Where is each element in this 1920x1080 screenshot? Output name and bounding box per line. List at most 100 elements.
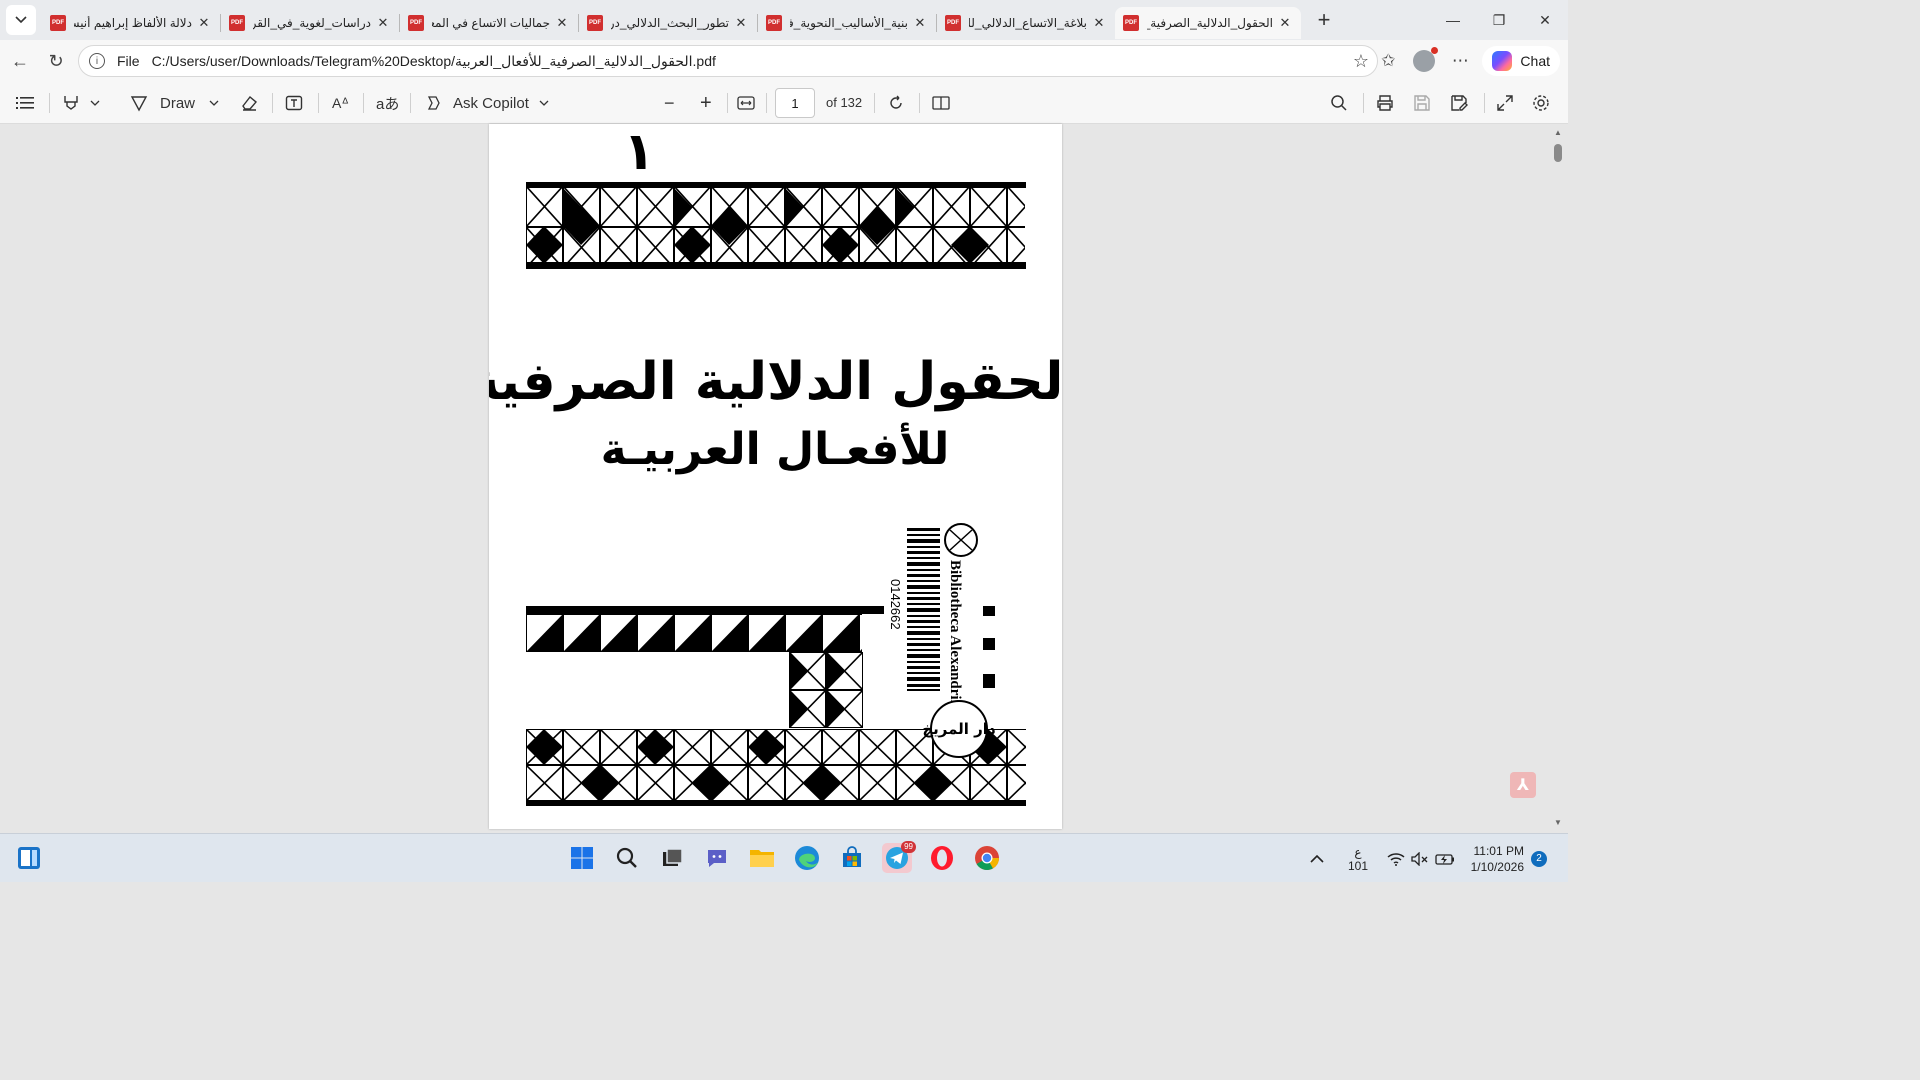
minimize-button[interactable]: — <box>1430 0 1476 40</box>
barcode-number: 0142662 <box>888 579 903 630</box>
start-button[interactable] <box>567 843 597 873</box>
close-icon[interactable]: ✕ <box>375 15 391 31</box>
page-view-button[interactable] <box>932 82 950 124</box>
favorites-button[interactable]: ✩ <box>1370 43 1406 79</box>
fit-to-width-button[interactable] <box>737 82 755 124</box>
scroll-down-arrow-icon[interactable]: ▼ <box>1552 818 1564 828</box>
top-ornament-band <box>526 182 1026 269</box>
save-as-icon <box>1451 95 1468 111</box>
vertical-scrollbar[interactable]: ▲ ▼ <box>1552 128 1564 828</box>
pdf-viewer-area[interactable]: ١ الحقول الدلالية الصرفية للأفعـال العرب… <box>0 124 1568 833</box>
ask-copilot-button[interactable]: Ask Copilot <box>425 82 549 124</box>
search-taskbar-button[interactable] <box>612 843 642 873</box>
zoom-in-button[interactable]: + <box>700 82 712 124</box>
tab-dalalat-alalfaz[interactable]: PDF دلالة الألفاظ إبراهيم أنيس ✕ <box>42 7 220 39</box>
edge-button[interactable] <box>792 843 822 873</box>
scroll-thumb[interactable] <box>1554 144 1562 162</box>
draw-button[interactable]: Draw <box>130 82 219 124</box>
toolbar-divider <box>272 93 273 113</box>
pdf-file-icon: PDF <box>1123 15 1139 31</box>
contents-button[interactable] <box>16 82 34 124</box>
url-text[interactable]: C:/Users/user/Downloads/Telegram%20Deskt… <box>152 53 716 70</box>
acrobat-icon: ⅄ <box>1516 777 1530 794</box>
close-icon[interactable]: ✕ <box>1091 15 1107 31</box>
add-text-button[interactable] <box>285 82 303 124</box>
address-bar[interactable]: i File C:/Users/user/Downloads/Telegram%… <box>78 45 1378 77</box>
quick-settings-button[interactable] <box>1387 834 1455 883</box>
close-icon[interactable]: ✕ <box>554 15 570 31</box>
scroll-up-arrow-icon[interactable]: ▲ <box>1552 128 1564 138</box>
draw-label: Draw <box>160 94 196 112</box>
widgets-button[interactable] <box>14 843 44 873</box>
highlighter-icon <box>64 96 78 110</box>
teams-chat-button[interactable] <box>702 843 732 873</box>
print-button[interactable] <box>1376 82 1394 124</box>
eraser-icon <box>242 95 257 111</box>
translate-button[interactable]: aあ <box>376 82 399 124</box>
tab-dirasat-lughawiya[interactable]: PDF دراسات_لغوية_في_القرآن ✕ <box>221 7 399 39</box>
restore-button[interactable]: ❐ <box>1476 0 1522 40</box>
tab-tatawwur-albahth[interactable]: PDF تطور_البحث_الدلالي_دراسة ✕ <box>579 7 757 39</box>
zoom-out-button[interactable]: − <box>664 82 675 124</box>
clock[interactable]: 11:01 PM 1/10/2026 <box>1470 834 1524 883</box>
info-icon[interactable]: i <box>89 53 105 69</box>
chrome-icon <box>975 846 999 871</box>
tab-binyat-alasalib[interactable]: PDF بنية_الأساليب_النحوية_في ✕ <box>758 7 936 39</box>
chat-label: Chat <box>1520 53 1550 69</box>
barcode <box>907 528 940 691</box>
file-explorer-button[interactable] <box>747 843 777 873</box>
save-as-button[interactable] <box>1450 82 1468 124</box>
store-button[interactable] <box>837 843 867 873</box>
close-icon[interactable]: ✕ <box>196 15 212 31</box>
tab-title: دلالة الألفاظ إبراهيم أنيس <box>74 16 192 30</box>
chrome-button[interactable] <box>972 843 1002 873</box>
input-language-indicator[interactable]: ع 101 <box>1348 834 1368 883</box>
telegram-button[interactable]: 99 <box>882 841 916 873</box>
close-icon[interactable]: ✕ <box>733 15 749 31</box>
search-icon <box>1331 95 1347 111</box>
text-box-icon <box>285 95 303 111</box>
refresh-button[interactable]: ↻ <box>38 43 74 79</box>
opera-button[interactable] <box>927 843 957 873</box>
highlight-button[interactable] <box>62 82 100 124</box>
tab-actions-menu-button[interactable] <box>6 5 36 35</box>
favorite-star-icon[interactable]: ☆ <box>1353 51 1369 72</box>
back-button[interactable]: ← <box>2 43 38 79</box>
pdf-file-icon: PDF <box>587 15 603 31</box>
settings-button[interactable] <box>1532 82 1550 124</box>
minimize-icon: — <box>1446 12 1460 28</box>
minus-icon: − <box>664 92 675 113</box>
tab-alhuqul-aldalaliya-active[interactable]: PDF الحقول_الدلالية_الصرفية_ل ✕ <box>1115 7 1301 39</box>
volume-number: ١ <box>623 124 655 182</box>
rotate-button[interactable] <box>887 82 905 124</box>
find-button[interactable] <box>1330 82 1348 124</box>
acrobat-button[interactable]: ⅄ <box>1510 772 1536 798</box>
back-arrow-icon: ← <box>11 50 29 71</box>
close-window-button[interactable]: ✕ <box>1522 0 1568 40</box>
more-menu-button[interactable]: ⋯ <box>1442 43 1478 79</box>
tab-jamaliyat-alittisa[interactable]: PDF جماليات الاتساع في المعنى ✕ <box>400 7 578 39</box>
telegram-unread-badge: 99 <box>901 841 916 853</box>
erase-button[interactable] <box>240 82 258 124</box>
edge-browser-icon <box>795 846 819 870</box>
tab-title: بلاغة_الاتساع_الدلالي_للمد <box>969 16 1087 30</box>
new-tab-button[interactable]: + <box>1309 5 1339 35</box>
copilot-icon <box>1492 51 1513 71</box>
page-number-input[interactable]: 1 <box>775 88 815 118</box>
language-code: ع <box>1354 844 1362 859</box>
save-disk-icon <box>1414 95 1430 111</box>
fullscreen-button[interactable] <box>1496 82 1514 124</box>
toolbar-divider <box>410 93 411 113</box>
show-hidden-icons-button[interactable] <box>1310 834 1324 883</box>
close-icon[interactable]: ✕ <box>1277 15 1293 31</box>
copilot-outline-icon <box>427 96 440 110</box>
read-aloud-button[interactable]: Aᐞ <box>332 82 349 124</box>
save-button[interactable] <box>1413 82 1431 124</box>
close-icon[interactable]: ✕ <box>912 15 928 31</box>
navigation-bar: ← ↻ i File C:/Users/user/Downloads/Teleg… <box>0 40 1568 82</box>
profile-button[interactable] <box>1406 43 1442 79</box>
copilot-chat-button[interactable]: Chat <box>1482 46 1560 76</box>
task-view-button[interactable] <box>657 843 687 873</box>
tab-balaghat-alittisa[interactable]: PDF بلاغة_الاتساع_الدلالي_للمد ✕ <box>937 7 1115 39</box>
notification-center-button[interactable]: 2 <box>1531 834 1547 883</box>
